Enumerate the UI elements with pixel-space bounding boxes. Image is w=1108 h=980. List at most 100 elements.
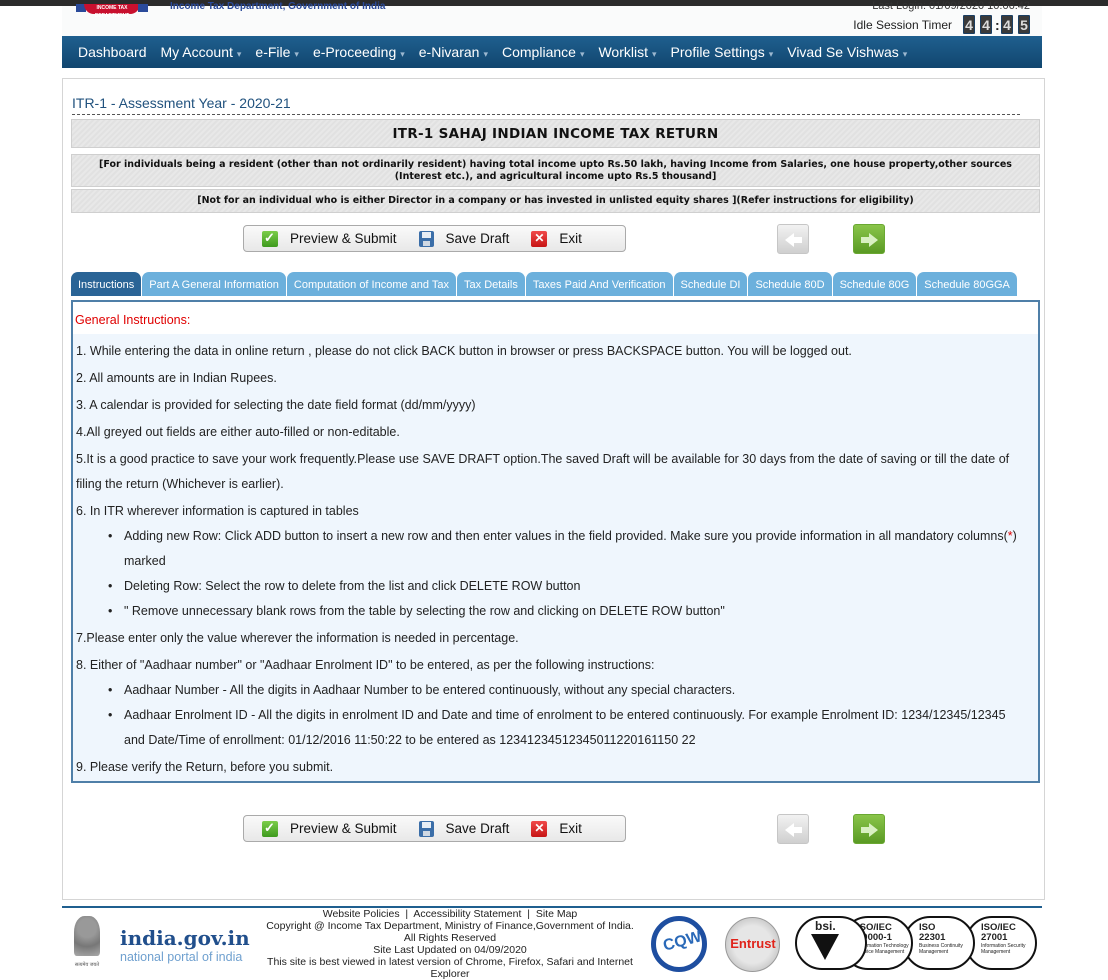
general-instructions-heading: General Instructions: [75, 313, 191, 327]
tab-schedule-80gga[interactable]: Schedule 80GGA [917, 272, 1017, 296]
bullet-text: Adding new Row: Click ADD button to inse… [124, 529, 1008, 543]
separator: | [527, 908, 530, 920]
timer-digit: 5 [1018, 15, 1030, 34]
save-draft-button[interactable]: Save Draft [418, 820, 510, 837]
tab-schedule-80g[interactable]: Schedule 80G [832, 272, 917, 296]
nav-item-e-nivaran[interactable]: e-Nivaran ▾ [419, 44, 488, 60]
separator: | [405, 908, 409, 920]
tab-computation-of-income-and-tax[interactable]: Computation of Income and Tax [286, 272, 457, 296]
previous-tab-button[interactable] [777, 224, 809, 254]
instruction-bullet: " Remove unnecessary blank rows from the… [108, 599, 1029, 624]
badge-text: Entrust [730, 936, 776, 951]
department-name: Income Tax Department, Government of Ind… [170, 1, 386, 12]
cqw-certification-badge: CQW [651, 916, 707, 972]
preview-submit-button[interactable]: Preview & Submit [262, 230, 397, 247]
check-icon [262, 820, 278, 837]
page-title: ITR-1 - Assessment Year - 2020-21 [72, 95, 291, 111]
accessibility-statement-link[interactable]: Accessibility Statement [413, 908, 521, 920]
nav-item-compliance[interactable]: Compliance ▾ [502, 44, 584, 60]
arrow-left-icon [785, 233, 802, 247]
instruction-item: 4.All greyed out fields are either auto-… [76, 425, 400, 439]
itr-form-container: ITR-1 - Assessment Year - 2020-21 ITR-1 … [62, 78, 1045, 900]
cert-desc: Information Security Management [981, 943, 1026, 955]
chevron-down-icon: ▾ [768, 49, 774, 59]
chevron-down-icon: ▾ [400, 49, 405, 59]
check-icon [262, 230, 278, 247]
nav-label: e-Proceeding [312, 44, 397, 60]
previous-tab-button[interactable] [777, 814, 809, 844]
button-label: Save Draft [445, 821, 510, 836]
nav-item-e-proceeding[interactable]: e-Proceeding ▾ [313, 44, 405, 60]
instruction-item: 8. Either of "Aadhaar number" or "Aadhaa… [76, 658, 655, 672]
nav-item-profile-settings[interactable]: Profile Settings ▾ [671, 44, 774, 60]
nav-label: Compliance [502, 44, 576, 60]
cert-line2: 22301 [919, 932, 946, 943]
bsi-heart-icon [811, 934, 839, 960]
income-tax-logo[interactable]: INCOME TAX DEPARTMENT [84, 4, 140, 19]
floppy-disk-icon [418, 820, 434, 837]
chevron-down-icon: ▾ [652, 49, 657, 59]
tab-instructions[interactable]: Instructions [71, 272, 142, 296]
nav-label: Profile Settings [670, 44, 765, 60]
instruction-item: 3. A calendar is provided for selecting … [76, 398, 476, 412]
arrow-right-icon [861, 233, 878, 247]
tab-part-a-general-information[interactable]: Part A General Information [142, 272, 286, 296]
tab-schedule-di[interactable]: Schedule DI [673, 272, 748, 296]
emblem-caption: सत्यमेव जयते [74, 962, 100, 968]
not-eligible-note: [Not for an individual who is either Dir… [71, 189, 1040, 213]
instruction-bullet: Deleting Row: Select the row to delete f… [108, 574, 1029, 599]
chevron-down-icon: ▾ [902, 49, 908, 59]
button-label: Save Draft [445, 231, 510, 246]
timer-digit: 4 [963, 15, 975, 34]
badge-text: CQW [661, 928, 704, 955]
arrow-left-icon [785, 823, 802, 837]
nav-item-vivad-se-vishwas[interactable]: Vivad Se Vishwas ▾ [787, 44, 907, 60]
floppy-disk-icon [418, 230, 434, 247]
india-gov-link[interactable]: india.gov.in [120, 926, 250, 950]
next-tab-button[interactable] [853, 814, 885, 844]
arrow-right-icon [861, 823, 878, 837]
close-icon [531, 230, 548, 247]
action-toolbar-bottom: Preview & Submit Save Draft Exit [243, 815, 626, 842]
instruction-item: 6. In ITR wherever information is captur… [76, 504, 359, 518]
button-label: Preview & Submit [290, 231, 397, 246]
site-map-link[interactable]: Site Map [536, 908, 577, 920]
title-divider [72, 114, 1020, 115]
last-login: Last Login: 01/09/2020 10:06:42 [872, 0, 1030, 12]
next-tab-button[interactable] [853, 224, 885, 254]
iso-27001-cert: ISO/IEC 27001 Information Security Managem… [965, 916, 1037, 970]
timer-digit: 4 [980, 15, 992, 34]
tab-taxes-paid-and-verification[interactable]: Taxes Paid And Verification [525, 272, 673, 296]
nav-item-worklist[interactable]: Worklist ▾ [598, 44, 656, 60]
iso-22301-cert: ISO 22301 Business Continuity Management [903, 916, 975, 970]
panel-header: General Instructions: [73, 302, 1038, 334]
nav-item-dashboard[interactable]: Dashboard [78, 44, 147, 60]
nav-item-e-file[interactable]: e-File ▾ [255, 44, 299, 60]
footer-links: Website Policies | Accessibility Stateme… [252, 908, 648, 920]
button-label: Exit [559, 821, 582, 836]
main-nav: Dashboard My Account ▾ e-File ▾ e-Proceedi… [62, 36, 1042, 68]
preview-submit-button[interactable]: Preview & Submit [262, 820, 397, 837]
form-title: ITR-1 SAHAJ INDIAN INCOME TAX RETURN [71, 119, 1040, 148]
instruction-item: 2. All amounts are in Indian Rupees. [76, 371, 277, 385]
chevron-down-icon: ▾ [579, 49, 585, 59]
nav-label: Worklist [598, 44, 648, 60]
exit-button[interactable]: Exit [531, 820, 582, 837]
instruction-item: 7.Please enter only the value wherever t… [76, 631, 519, 645]
save-draft-button[interactable]: Save Draft [418, 230, 510, 247]
nav-label: e-File [255, 44, 291, 60]
chevron-down-icon: ▾ [483, 49, 488, 59]
instruction-item: 9. Please verify the Return, before you … [76, 760, 334, 774]
idle-session-timer: Idle Session Timer 4 4 : 4 5 [853, 15, 1030, 34]
tab-schedule-80d[interactable]: Schedule 80D [748, 272, 832, 296]
copyright: Copyright @ Income Tax Department, Minis… [266, 920, 634, 932]
tab-tax-details[interactable]: Tax Details [457, 272, 525, 296]
nav-item-my-account[interactable]: My Account ▾ [161, 44, 242, 60]
entrust-secured-badge[interactable]: Entrust [725, 917, 780, 972]
nav-label: Dashboard [78, 44, 147, 60]
website-policies-link[interactable]: Website Policies [323, 908, 400, 920]
rights-reserved: All Rights Reserved [403, 932, 497, 944]
exit-button[interactable]: Exit [531, 230, 582, 247]
eligibility-note: [For individuals being a resident (other… [71, 154, 1040, 187]
site-header: INCOME TAX DEPARTMENT Income Tax Departm… [62, 0, 1042, 36]
